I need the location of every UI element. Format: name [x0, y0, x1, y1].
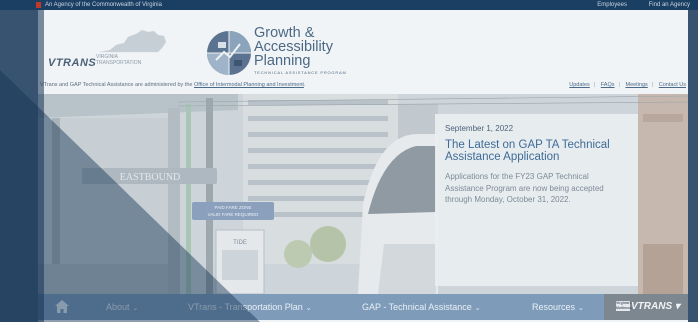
vtrans-wordmark: VTRANS — [48, 57, 97, 69]
main-nav: About ⌄ VTrans - Transportation Plan ⌄ GAP… — [38, 294, 688, 320]
nav-resources-label: Resources — [532, 302, 576, 312]
fare-sign-line-2: VALID FARE REQUIRED — [208, 212, 259, 217]
nav-vtrans-plan[interactable]: VTrans - Transportation Plan ⌄ — [188, 294, 312, 320]
chevron-down-icon: ⌄ — [474, 305, 481, 312]
gap-title: Growth & Accessibility Planning — [254, 25, 333, 69]
meetings-link[interactable]: Meetings — [625, 82, 647, 88]
fare-sign-line-1: PAID FARE ZONE — [215, 205, 252, 210]
oipi-link[interactable]: Office of Intermodal Planning and Invest… — [194, 82, 304, 88]
administration-note: VTrans and GAP Technical Assistance are … — [40, 82, 306, 88]
vtrans-badge: Virginia's Multimodal — [616, 301, 635, 311]
news-body: Applications for the FY23 GAP Technical … — [445, 172, 604, 204]
nav-gap-label: GAP - Technical Assistance — [362, 302, 472, 312]
contact-us-link[interactable]: Contact Us — [659, 82, 686, 88]
gap-tagline: TECHNICAL ASSISTANCE PROGRAM — [254, 70, 347, 75]
eastbound-sign: EASTBOUND — [120, 172, 181, 183]
nav-gap-technical-assistance[interactable]: GAP - Technical Assistance ⌄ — [362, 294, 481, 320]
employees-link[interactable]: Employees — [597, 2, 627, 8]
chevron-down-icon: ⌄ — [132, 305, 139, 312]
virginia-flag-icon — [36, 2, 41, 8]
nav-resources[interactable]: Resources ⌄ — [532, 294, 584, 320]
chevron-down-icon: ▾ — [674, 301, 680, 312]
top-bar: An Agency of the Commonwealth of Virgini… — [0, 0, 698, 10]
nav-vtrans-plan-label: VTrans - Transportation Plan — [188, 302, 303, 312]
agency-text: An Agency of the Commonwealth of Virgini… — [45, 2, 162, 8]
news-title[interactable]: The Latest on GAP TA Technical Assistanc… — [445, 139, 628, 163]
nav-about[interactable]: About ⌄ — [106, 294, 138, 320]
utility-links: Updates | FAQs | Meetings | Contact Us — [569, 82, 686, 88]
virginia-map-icon — [99, 29, 167, 53]
news-date: September 1, 2022 — [445, 124, 514, 133]
updates-link[interactable]: Updates — [569, 82, 590, 88]
nav-vtrans-logo[interactable]: Virginia's Multimodal VTRANS ▾ — [604, 294, 688, 320]
news-card[interactable]: September 1, 2022 The Latest on GAP TA T… — [435, 114, 638, 286]
chevron-down-icon: ⌄ — [578, 305, 584, 312]
find-agency-link[interactable]: Find an Agency — [649, 2, 690, 8]
vtrans-nav-wordmark: VTRANS ▾ — [631, 301, 680, 312]
page: VTRANS VIRGINIA TRANSPORTATION Growth & … — [38, 10, 688, 322]
tide-sign: TIDE — [233, 240, 247, 246]
hero-banner: EASTBOUND PAID FARE ZONE VALID FARE REQU… — [38, 94, 688, 294]
faqs-link[interactable]: FAQs — [601, 82, 615, 88]
chevron-down-icon: ⌄ — [305, 305, 312, 312]
vtrans-subtitle: VIRGINIA TRANSPORTATION — [96, 54, 142, 66]
home-icon[interactable] — [55, 300, 69, 313]
top-links: Employees Find an Agency — [577, 0, 690, 10]
gap-emblem-icon — [207, 31, 251, 75]
nav-about-label: About — [106, 302, 130, 312]
